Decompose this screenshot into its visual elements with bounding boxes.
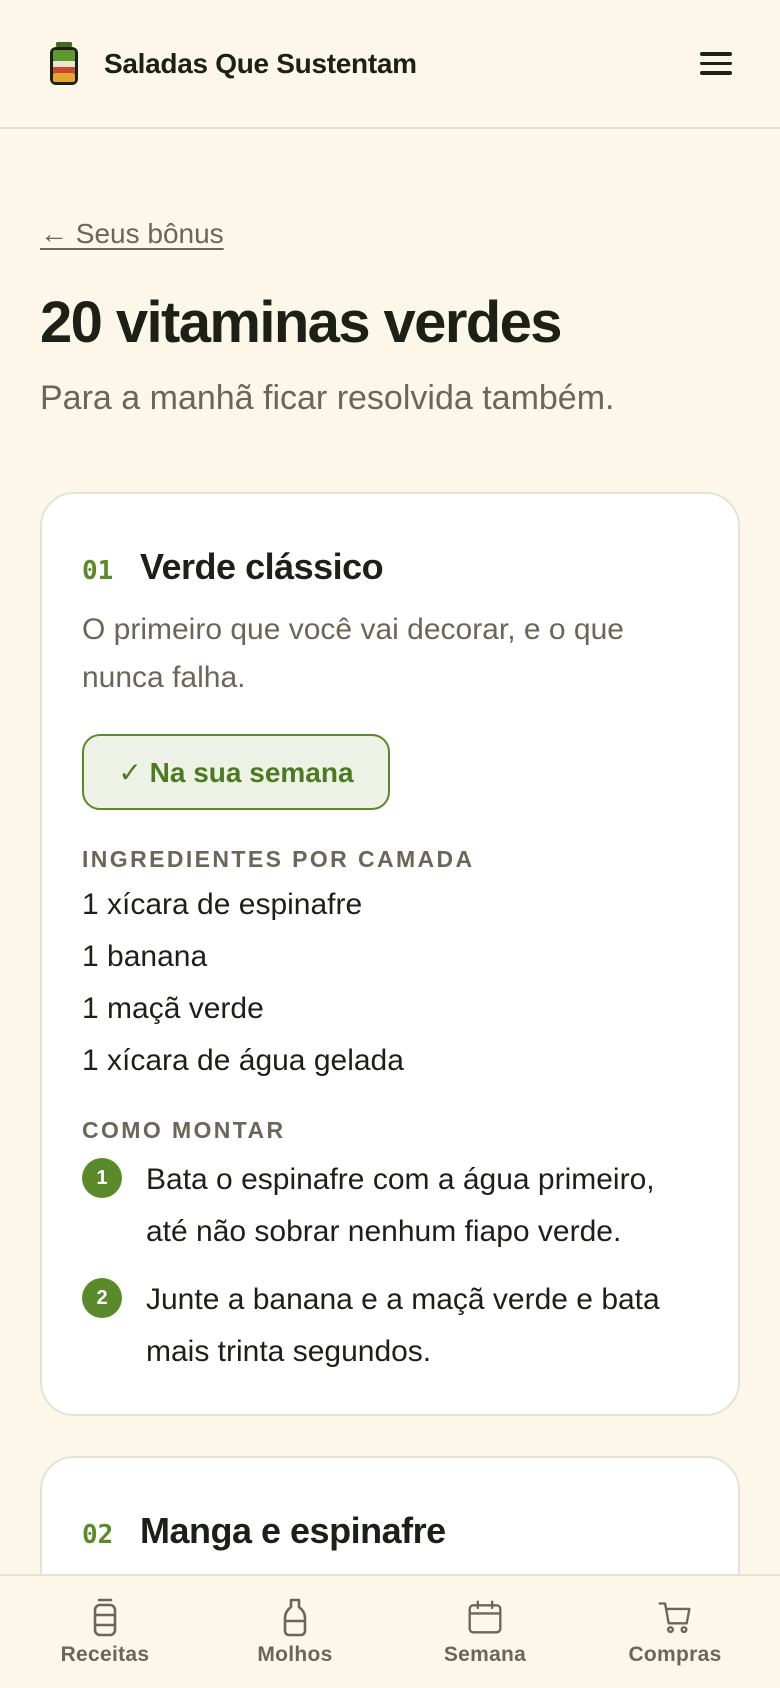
nav-label: Compras	[628, 1643, 722, 1666]
recipe-title: Manga e espinafre	[140, 1510, 446, 1551]
step-text: Junte a banana e a maçã verde e bata mai…	[146, 1283, 660, 1368]
app-header: Saladas Que Sustentam	[0, 0, 780, 129]
calendar-icon	[468, 1600, 502, 1634]
ingredients-list: 1 xícara de espinafre 1 banana 1 maçã ve…	[82, 879, 698, 1087]
nav-label: Semana	[443, 1643, 527, 1666]
page-subtitle: Para a manhã ficar resolvida também.	[40, 379, 615, 417]
nav-label: Molhos	[257, 1643, 333, 1666]
nav-item-semana[interactable]: Semana	[395, 1597, 575, 1667]
ingredient-item: 1 maçã verde	[82, 992, 264, 1025]
ingredient-item: 1 xícara de espinafre	[82, 888, 363, 921]
ingredient-item: 1 banana	[82, 940, 208, 973]
nav-label: Receitas	[60, 1643, 150, 1666]
hamburger-menu-icon[interactable]	[692, 40, 740, 88]
recipe-card-header: 02 Manga e espinafre	[82, 1510, 698, 1552]
recipe-description: O primeiro que você vai decorar, e o que…	[82, 613, 624, 694]
nav-item-compras[interactable]: Compras	[585, 1597, 765, 1667]
recipe-number: 02	[82, 1520, 114, 1550]
step-number-badge: 2	[82, 1278, 122, 1318]
step-text: Bata o espinafre com a água primeiro, at…	[146, 1163, 655, 1248]
step-number-badge: 1	[82, 1158, 122, 1198]
salad-jar-icon	[50, 41, 78, 85]
app-title: Saladas Que Sustentam	[104, 47, 417, 79]
jar-icon	[93, 1598, 117, 1637]
back-to-bonus-link[interactable]: ← Seus bônus	[40, 218, 224, 250]
bottom-nav: Receitas Molhos Semana Compras	[0, 1574, 780, 1688]
nav-item-receitas[interactable]: Receitas	[15, 1597, 195, 1667]
recipe-card-header: 01 Verde clássico	[82, 546, 698, 588]
recipe-title: Verde clássico	[140, 546, 384, 587]
nav-item-molhos[interactable]: Molhos	[205, 1597, 385, 1667]
in-your-week-button[interactable]: ✓ Na sua semana	[82, 734, 390, 810]
page-title: 20 vitaminas verdes	[40, 290, 563, 355]
ingredient-item: 1 xícara de água gelada	[82, 1044, 404, 1077]
step-item: 1 Bata o espinafre com a água primeiro, …	[82, 1154, 698, 1258]
steps-list: 1 Bata o espinafre com a água primeiro, …	[82, 1154, 698, 1378]
steps-label: COMO MONTAR	[82, 1117, 286, 1143]
step-item: 2 Junte a banana e a maçã verde e bata m…	[82, 1274, 698, 1378]
bottle-icon	[283, 1598, 307, 1637]
ingredients-label: INGREDIENTES POR CAMADA	[82, 846, 475, 872]
recipe-card: 01 Verde clássico O primeiro que você va…	[40, 492, 740, 1416]
cart-icon	[658, 1602, 691, 1634]
recipe-number: 01	[82, 556, 114, 586]
